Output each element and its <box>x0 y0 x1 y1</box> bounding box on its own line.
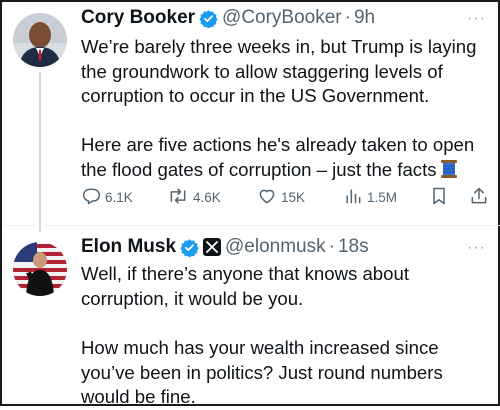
more-options-icon[interactable]: ··· <box>467 10 486 28</box>
views-count: 1.5M <box>367 190 398 205</box>
tweet-text-paragraph: Here are five actions he's already taken… <box>81 133 491 185</box>
x-logo-icon <box>203 238 222 256</box>
tweet-timestamp[interactable]: 9h <box>354 7 375 29</box>
tweet-timestamp[interactable]: 18s <box>338 236 369 258</box>
verified-badge-icon <box>180 238 199 257</box>
views-button[interactable]: 1.5M <box>343 186 397 209</box>
author-handle[interactable]: @elonmusk <box>225 236 326 258</box>
like-count: 15K <box>281 190 306 205</box>
separator-dot: · <box>344 7 351 28</box>
author-handle[interactable]: @CoryBooker <box>222 7 342 29</box>
tweet-actions: 6.1K 4.6K 15K 1.5M <box>81 186 491 210</box>
bookmark-button[interactable] <box>429 186 453 209</box>
repost-button[interactable]: 4.6K <box>167 186 221 209</box>
separator-dot: · <box>328 236 335 257</box>
more-options-icon[interactable]: ··· <box>467 239 486 257</box>
tweet-text: How much has your wealth increased since… <box>81 337 443 407</box>
repost-count: 4.6K <box>193 190 221 205</box>
tweet-text-line: Here are five actions he's already taken… <box>81 134 475 180</box>
share-icon <box>469 186 493 209</box>
verified-badge-icon <box>199 9 218 28</box>
thread-spool-icon <box>440 159 458 186</box>
tweet-text: We’re barely three weeks in, but Trump i… <box>81 36 477 106</box>
tweet-text: Well, if there’s anyone that knows about… <box>81 263 409 309</box>
like-button[interactable]: 15K <box>257 186 305 209</box>
repost-icon <box>167 186 193 209</box>
views-icon <box>343 186 367 209</box>
tweet-header: Cory Booker @CoryBooker · 9h <box>81 7 375 29</box>
share-button[interactable] <box>469 186 493 209</box>
screenshot-frame: Cory Booker @CoryBooker · 9h ··· We’re b… <box>0 0 500 407</box>
tweet-header: Elon Musk @elonmusk · 18s <box>81 236 369 258</box>
avatar[interactable] <box>13 13 67 67</box>
author-name[interactable]: Cory Booker <box>81 7 195 29</box>
avatar[interactable] <box>13 242 67 296</box>
author-name[interactable]: Elon Musk <box>81 236 176 258</box>
heart-icon <box>257 186 281 209</box>
reply-button[interactable]: 6.1K <box>81 186 133 209</box>
tweet-divider <box>2 225 500 226</box>
thread-line <box>39 72 41 232</box>
reply-icon <box>81 186 105 209</box>
reply-count: 6.1K <box>105 190 133 205</box>
bookmark-icon <box>429 186 453 209</box>
